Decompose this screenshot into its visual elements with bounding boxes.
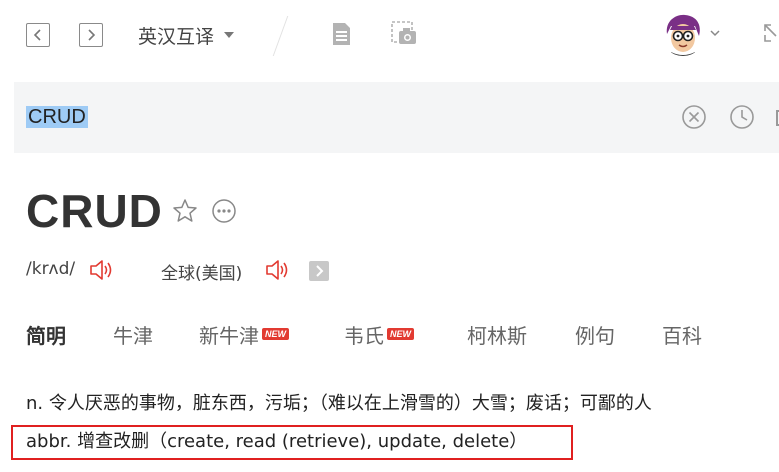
tab-concise[interactable]: 简明 (26, 318, 66, 350)
pronunciation-row: /krʌd/ 全球(美国) (26, 255, 779, 285)
screenshot-icon[interactable] (390, 20, 418, 48)
forward-button[interactable] (79, 23, 103, 47)
history-icon[interactable] (729, 104, 755, 130)
translate-mode-label: 英汉互译 (138, 25, 215, 48)
chevron-right-icon (88, 29, 96, 41)
new-badge: NEW (387, 328, 414, 340)
search-input-value: CRUD (26, 106, 88, 128)
search-input[interactable]: CRUD (26, 97, 88, 137)
tab-label: 百科 (662, 323, 702, 348)
tab-encyclopedia[interactable]: 百科 (662, 318, 702, 350)
user-avatar[interactable] (661, 12, 705, 56)
tab-oxford[interactable]: 牛津 (113, 318, 153, 350)
tab-label: 例句 (575, 323, 615, 348)
chevron-right-icon (316, 265, 324, 277)
more-pronunciations-button[interactable] (309, 261, 329, 281)
tab-webster[interactable]: 韦氏 NEW (344, 318, 414, 350)
document-icon[interactable] (327, 20, 355, 48)
chevron-down-icon[interactable] (709, 27, 721, 39)
highlight-box (11, 425, 573, 460)
expand-icon[interactable] (762, 22, 779, 44)
search-bar: CRUD (14, 82, 779, 153)
dictionary-tabs: 简明 牛津 新牛津 NEW 韦氏 NEW 柯林斯 例句 百科 (26, 318, 779, 352)
tab-new-oxford[interactable]: 新牛津 NEW (199, 318, 289, 350)
top-toolbar: 英汉互译 (0, 0, 779, 70)
avatar-image (661, 12, 705, 56)
headword: CRUD (26, 185, 163, 237)
phonetic: /krʌd/ (26, 259, 76, 279)
star-icon[interactable] (171, 197, 199, 225)
back-button[interactable] (26, 23, 50, 47)
speaker-icon[interactable] (88, 257, 116, 283)
clear-icon[interactable] (681, 104, 707, 130)
caret-down-icon (224, 32, 235, 38)
tab-examples[interactable]: 例句 (575, 318, 615, 350)
chevron-left-icon (33, 29, 41, 41)
region-label: 全球(美国) (161, 264, 243, 284)
tab-collins[interactable]: 柯林斯 (467, 318, 527, 350)
translate-mode-select[interactable]: 英汉互译 (138, 22, 235, 48)
toolbar-divider (272, 16, 289, 56)
tab-label: 新牛津 (199, 323, 259, 348)
tab-label: 简明 (26, 323, 66, 348)
tab-label: 韦氏 (344, 323, 384, 348)
new-badge: NEW (262, 328, 289, 340)
more-icon[interactable] (210, 197, 238, 225)
speaker-icon[interactable] (264, 257, 292, 283)
tab-label: 柯林斯 (467, 323, 527, 348)
definition-item: n. 令人厌恶的事物，脏东西，污垢；（难以在上滑雪的）大雪；废话；可鄙的人 (26, 393, 652, 414)
tab-label: 牛津 (113, 323, 153, 348)
